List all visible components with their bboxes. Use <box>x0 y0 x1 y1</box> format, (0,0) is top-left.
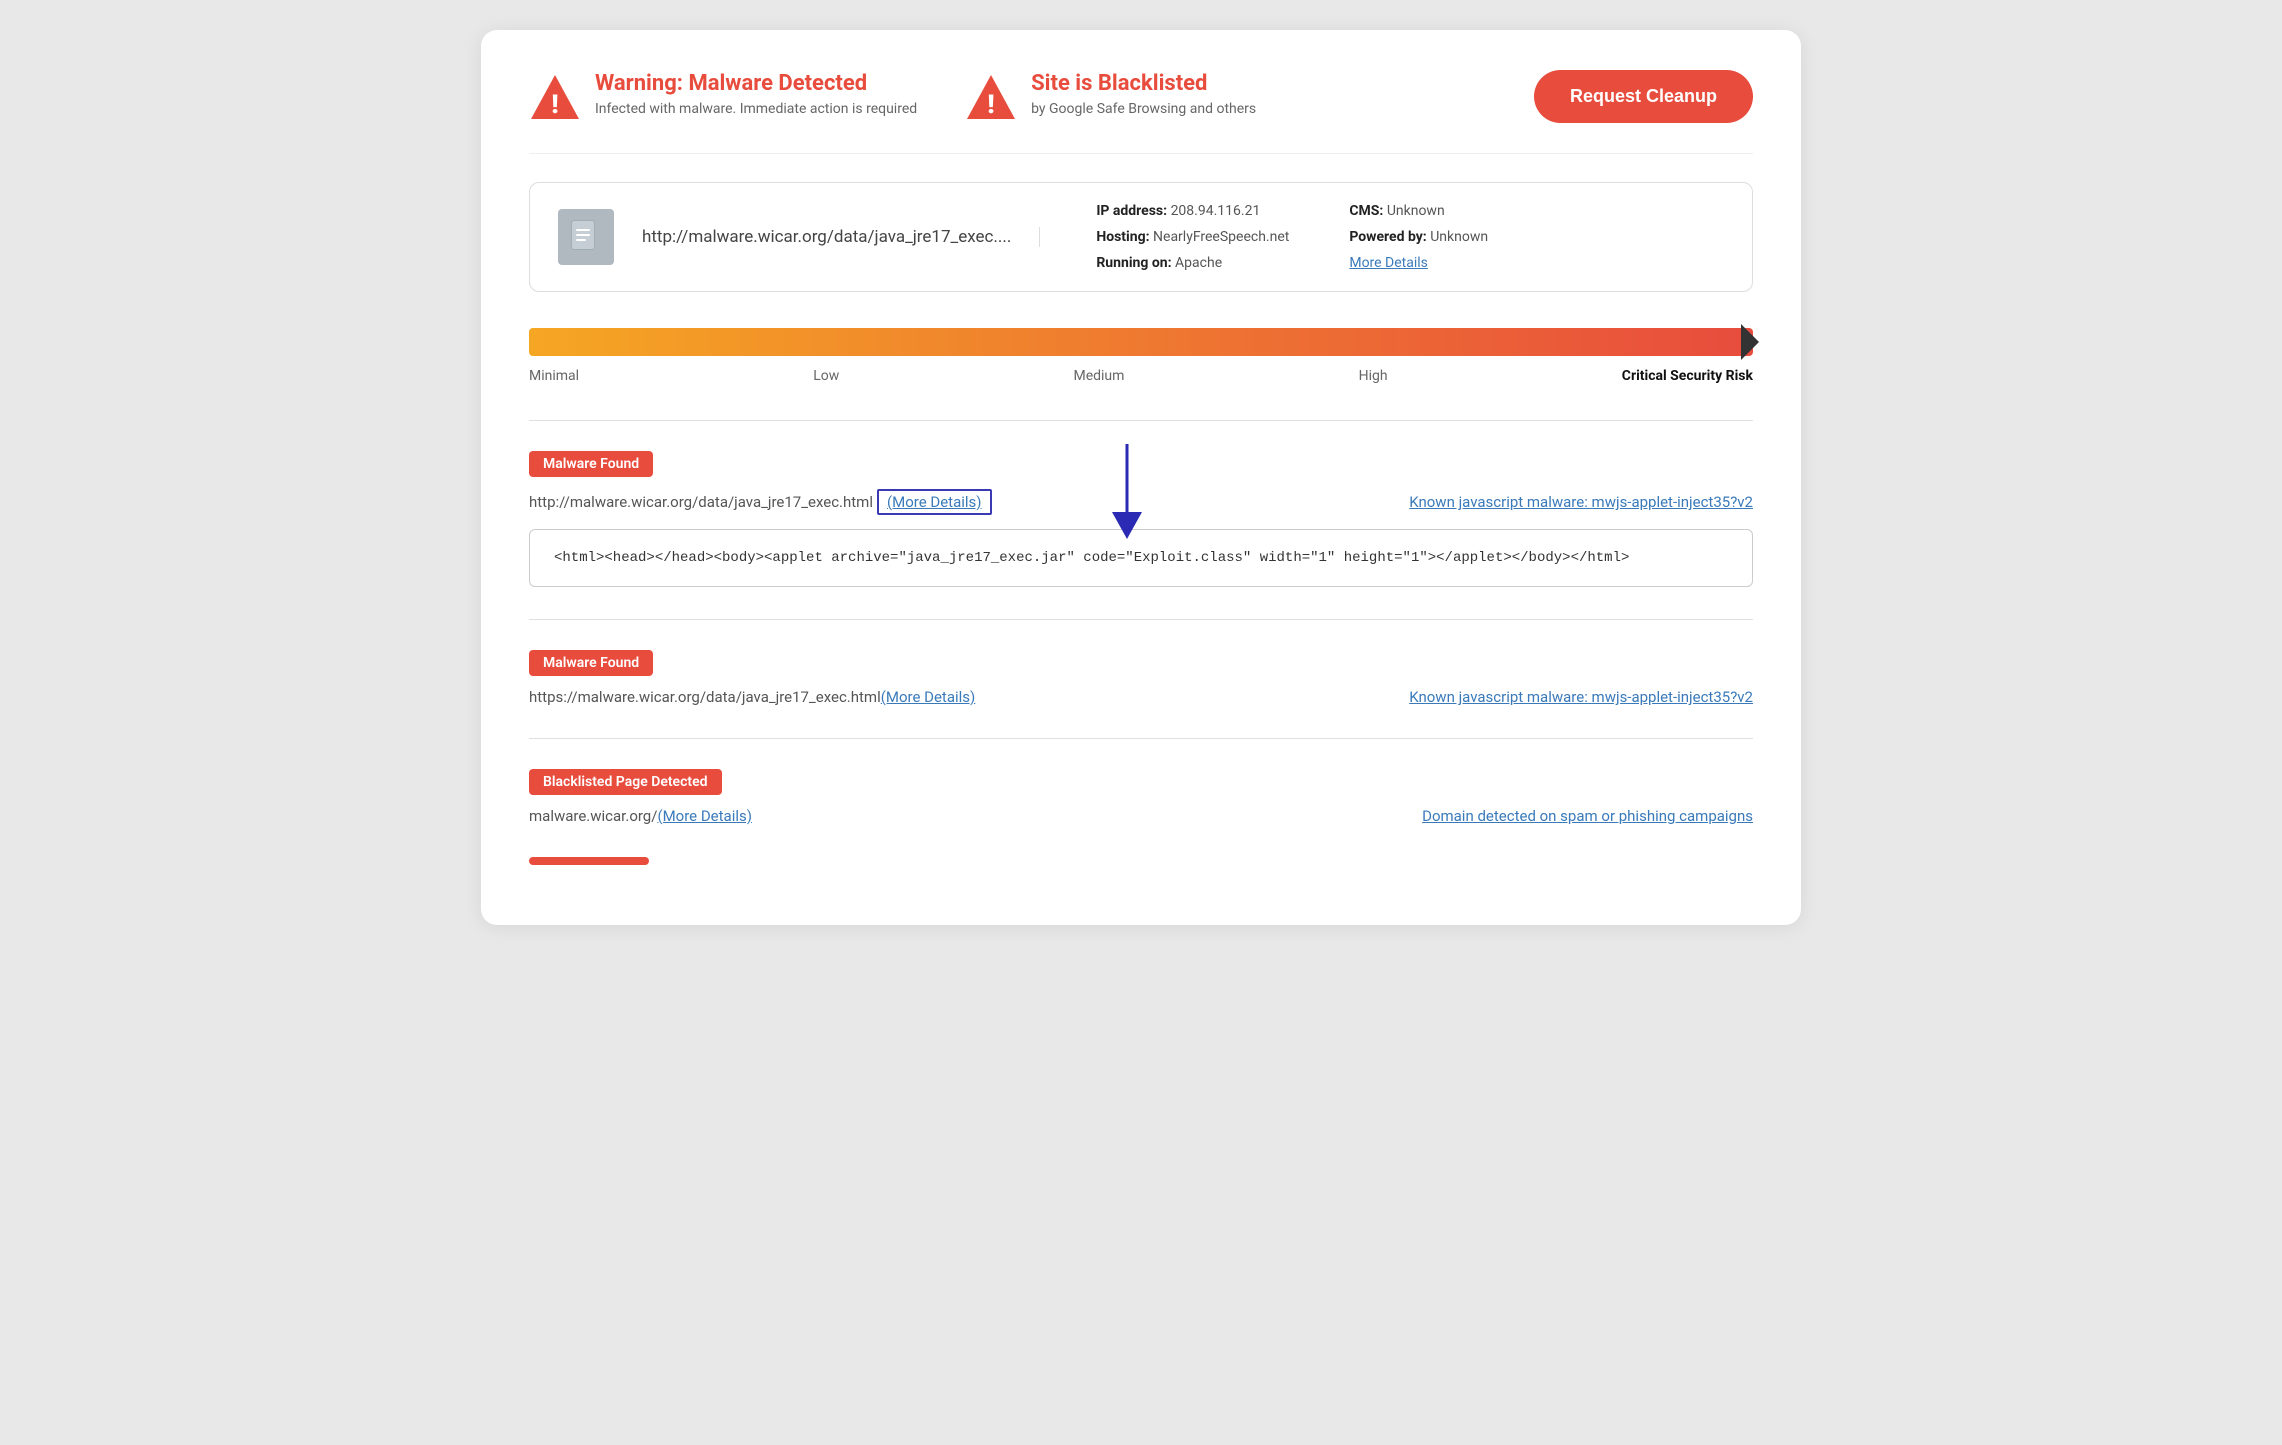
finding-2: Malware Found https://malware.wicar.org/… <box>529 650 1753 706</box>
svg-text:!: ! <box>988 90 995 120</box>
risk-arrow <box>1741 324 1759 360</box>
powered-row: Powered by: Unknown <box>1349 229 1488 245</box>
running-label: Running on: <box>1096 255 1171 271</box>
hosting-value: NearlyFreeSpeech.net <box>1153 229 1289 245</box>
ip-row: IP address: 208.94.116.21 <box>1096 203 1289 219</box>
risk-bar-container <box>529 328 1753 356</box>
malware-alert: ! Warning: Malware Detected Infected wit… <box>529 71 917 123</box>
finding-3-url-left: malware.wicar.org/ (More Details) <box>529 807 752 825</box>
risk-critical: Critical Security Risk <box>1622 368 1753 384</box>
site-icon <box>558 209 614 265</box>
hosting-label: Hosting: <box>1096 229 1149 245</box>
finding-2-more-details[interactable]: (More Details) <box>881 688 976 706</box>
more-details-link[interactable]: More Details <box>1349 255 1428 271</box>
finding-2-known-link[interactable]: Known javascript malware: mwjs-applet-in… <box>1409 688 1753 706</box>
site-info-box: http://malware.wicar.org/data/java_jre17… <box>529 182 1753 292</box>
malware-alert-sub: Infected with malware. Immediate action … <box>595 101 917 117</box>
ip-label: IP address: <box>1096 203 1167 219</box>
meta-col-left: IP address: 208.94.116.21 Hosting: Nearl… <box>1096 203 1289 271</box>
cms-label: CMS: <box>1349 203 1383 219</box>
finding-2-url: https://malware.wicar.org/data/java_jre1… <box>529 688 881 706</box>
finding-2-url-left: https://malware.wicar.org/data/java_jre1… <box>529 688 975 706</box>
powered-label: Powered by: <box>1349 229 1426 245</box>
site-meta: IP address: 208.94.116.21 Hosting: Nearl… <box>1068 203 1724 271</box>
finding-3-more-details[interactable]: (More Details) <box>657 807 752 825</box>
blacklist-icon: ! <box>965 71 1017 123</box>
divider-1 <box>529 420 1753 421</box>
blacklist-alert-text: Site is Blacklisted by Google Safe Brows… <box>1031 71 1256 117</box>
finding-3-url-row: malware.wicar.org/ (More Details) Domain… <box>529 807 1753 825</box>
bottom-bar-hint <box>529 857 649 865</box>
malware-alert-text: Warning: Malware Detected Infected with … <box>595 71 917 117</box>
finding-1-code-wrapper: <html><head></head><body><applet archive… <box>529 529 1753 587</box>
blacklist-alert: ! Site is Blacklisted by Google Safe Bro… <box>965 71 1256 123</box>
main-card: ! Warning: Malware Detected Infected wit… <box>481 30 1801 925</box>
cleanup-button[interactable]: Request Cleanup <box>1534 70 1753 123</box>
site-url: http://malware.wicar.org/data/java_jre17… <box>642 227 1040 247</box>
finding-3-badge: Blacklisted Page Detected <box>529 769 722 795</box>
divider-2 <box>529 619 1753 620</box>
finding-3-url: malware.wicar.org/ <box>529 807 657 825</box>
finding-1-more-details[interactable]: (More Details) <box>877 489 992 515</box>
risk-section: Minimal Low Medium High Critical Securit… <box>529 328 1753 384</box>
running-row: Running on: Apache <box>1096 255 1289 271</box>
finding-2-badge: Malware Found <box>529 650 653 676</box>
finding-1-badge: Malware Found <box>529 451 653 477</box>
header-alerts: ! Warning: Malware Detected Infected wit… <box>529 71 1256 123</box>
finding-1-known-link[interactable]: Known javascript malware: mwjs-applet-in… <box>1409 493 1753 511</box>
finding-3-known-link[interactable]: Domain detected on spam or phishing camp… <box>1422 807 1753 825</box>
blacklist-alert-title: Site is Blacklisted <box>1031 71 1256 97</box>
annotation-arrow <box>1092 444 1162 539</box>
risk-high: High <box>1359 368 1388 384</box>
header: ! Warning: Malware Detected Infected wit… <box>529 70 1753 154</box>
risk-minimal: Minimal <box>529 368 579 384</box>
meta-col-right: CMS: Unknown Powered by: Unknown More De… <box>1349 203 1488 271</box>
svg-text:!: ! <box>551 90 558 120</box>
divider-3 <box>529 738 1753 739</box>
finding-1: Malware Found http://malware.wicar.org/d… <box>529 451 1753 587</box>
more-details-row[interactable]: More Details <box>1349 255 1488 271</box>
warning-icon: ! <box>529 71 581 123</box>
finding-1-url-left: http://malware.wicar.org/data/java_jre17… <box>529 489 992 515</box>
risk-labels: Minimal Low Medium High Critical Securit… <box>529 368 1753 384</box>
cms-row: CMS: Unknown <box>1349 203 1488 219</box>
risk-low: Low <box>813 368 839 384</box>
hosting-row: Hosting: NearlyFreeSpeech.net <box>1096 229 1289 245</box>
finding-2-url-row: https://malware.wicar.org/data/java_jre1… <box>529 688 1753 706</box>
risk-medium: Medium <box>1073 368 1124 384</box>
finding-1-url: http://malware.wicar.org/data/java_jre17… <box>529 493 873 511</box>
ip-value: 208.94.116.21 <box>1171 203 1261 219</box>
running-value: Apache <box>1175 255 1222 271</box>
document-icon <box>568 219 604 255</box>
risk-bar <box>529 328 1753 356</box>
finding-3: Blacklisted Page Detected malware.wicar.… <box>529 769 1753 825</box>
powered-value: Unknown <box>1430 229 1488 245</box>
cms-value: Unknown <box>1387 203 1445 219</box>
malware-alert-title: Warning: Malware Detected <box>595 71 917 97</box>
blacklist-alert-sub: by Google Safe Browsing and others <box>1031 101 1256 117</box>
